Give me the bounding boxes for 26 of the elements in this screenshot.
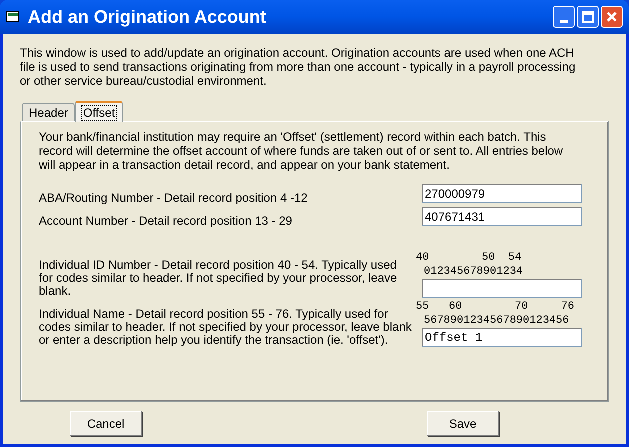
window-icon xyxy=(6,10,20,24)
window-title: Add an Origination Account xyxy=(28,6,266,29)
ruler-numbers: 55 60 70 76 xyxy=(416,300,576,314)
field-label: Account Number - Detail record position 13 - 29 xyxy=(39,215,294,228)
save-button[interactable]: Save xyxy=(427,411,499,436)
maximize-icon xyxy=(582,11,594,23)
field-label: Individual ID Number - Detail record position 40 - 54. Typically used for codes similar to header. If not specified by your processor, leave blank. xyxy=(39,259,398,298)
minimize-icon xyxy=(560,20,568,23)
tab[interactable]: Header xyxy=(22,103,76,121)
ruler-digits: 012345678901234 xyxy=(423,265,524,279)
input-field[interactable]: Offset 1 xyxy=(422,328,582,347)
maximize-button[interactable] xyxy=(577,6,599,28)
field-label: ABA/Routing Number - Detail record position 4 -12 xyxy=(39,192,309,205)
input-field[interactable] xyxy=(422,279,582,298)
intro-text: This window is used to add/update an origination account. Origination accounts are used when one ACH file is used to send transactions originating from more than one account - typically in a payroll processing or other service bureau/custodial environment. xyxy=(20,46,577,88)
tab[interactable]: Offset xyxy=(75,101,124,122)
input-field[interactable]: 270000979 xyxy=(422,184,582,203)
input-field[interactable]: 407671431 xyxy=(422,207,582,226)
minimize-button[interactable] xyxy=(553,6,575,28)
panel-description: Your bank/financial institution may require an 'Offset' (settlement) record within each batch. This record will determine the offset account of where funds are taken out of or sent to. All entries below will appear in a transaction detail record, and appear on your bank statement. xyxy=(39,130,564,172)
ruler-digits: 5678901234567890123456 xyxy=(423,314,570,328)
close-button[interactable] xyxy=(601,6,623,28)
field-label: Individual Name - Detail record position 55 - 76. Typically used for codes similar to header. If not specified by your processor, leave blank or enter a description help you identify the transaction (ie. 'offset'). xyxy=(39,308,413,347)
ruler-numbers: 40 50 54 xyxy=(416,251,523,265)
cancel-button[interactable]: Cancel xyxy=(70,411,142,436)
close-icon xyxy=(606,11,618,23)
